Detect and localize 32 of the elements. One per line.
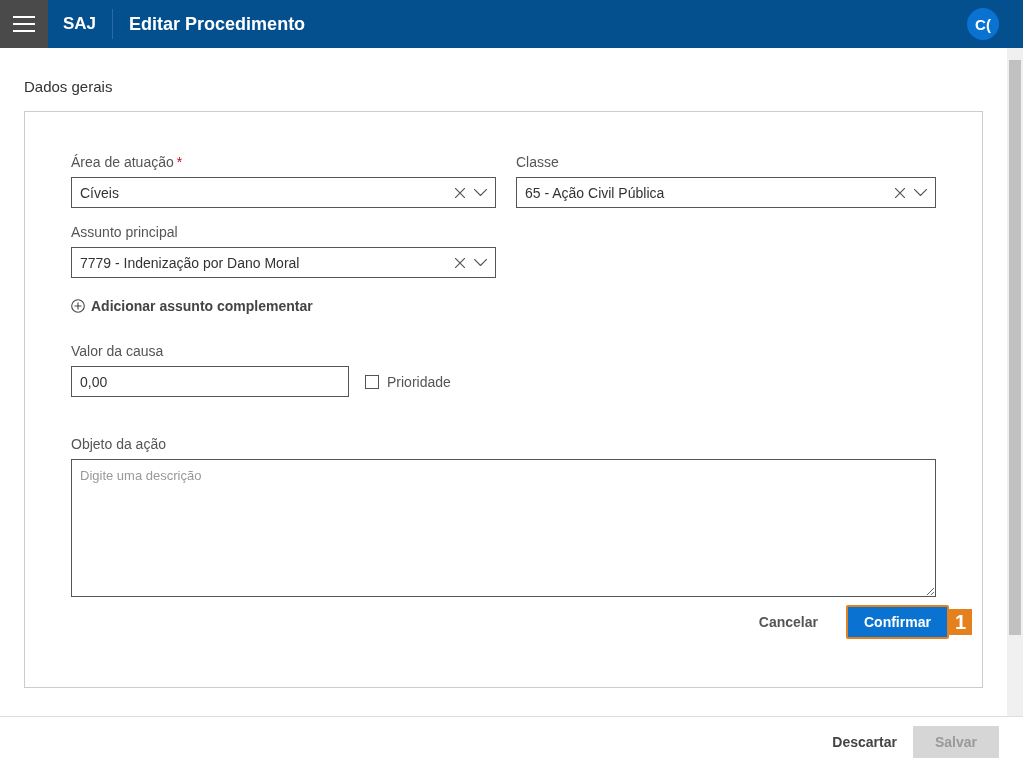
discard-button[interactable]: Descartar [828, 726, 901, 758]
user-avatar[interactable]: C( [967, 8, 999, 40]
value-input[interactable]: 0,00 [71, 366, 349, 397]
select-field[interactable]: 7779 - Indenização por Dano Moral [71, 247, 496, 278]
plus-circle-icon [71, 299, 85, 313]
priority-checkbox[interactable] [365, 374, 379, 389]
menu-button[interactable] [0, 0, 48, 48]
required-mark: * [176, 154, 183, 170]
chevron-down-icon[interactable] [474, 259, 487, 266]
field-label: Valor da causa [71, 343, 165, 359]
chevron-down-icon[interactable] [914, 189, 927, 196]
chevron-down-icon[interactable] [474, 189, 487, 196]
page-title: Editar Procedimento [129, 13, 307, 35]
field-label: Classe [516, 154, 560, 170]
app-name: SAJ [48, 9, 114, 39]
field-label: Objeto da ação [71, 436, 167, 452]
checkbox-label: Prioridade [387, 373, 451, 390]
add-subject-link[interactable]: Adicionar assunto complementar [71, 298, 313, 314]
menu-icon [13, 16, 35, 32]
scrollbar[interactable] [1007, 48, 1023, 716]
confirm-button[interactable]: Confirmar [845, 605, 949, 639]
section-title: Dados gerais [24, 78, 114, 95]
clear-icon[interactable] [895, 187, 905, 198]
field-label: Área de atuação * [71, 154, 184, 170]
select-field[interactable]: Cíveis [71, 177, 496, 208]
cancel-button[interactable]: Cancelar [752, 613, 824, 631]
select-field[interactable]: 65 - Ação Civil Pública [516, 177, 936, 208]
step-badge: 1 [948, 609, 972, 635]
clear-icon[interactable] [455, 257, 465, 268]
clear-icon[interactable] [455, 187, 465, 198]
field-label: Assunto principal [71, 224, 179, 240]
description-textarea[interactable]: Digite uma descrição [71, 459, 936, 597]
